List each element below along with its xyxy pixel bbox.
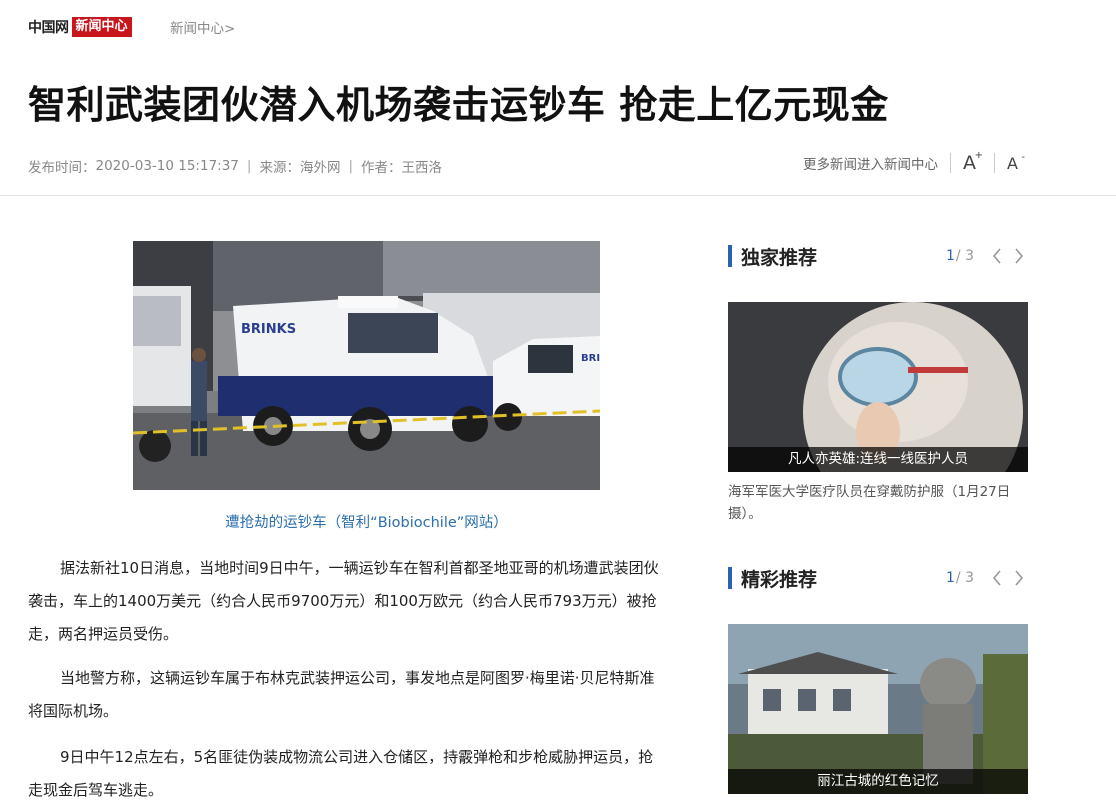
article-title: 智利武装团伙潜入机场袭击运钞车 抢走上亿元现金 xyxy=(28,83,889,127)
publish-label: 发布时间： xyxy=(28,160,96,176)
section-header: 独家推荐 1 / 3 xyxy=(728,241,1028,271)
meta-divider: | xyxy=(348,158,354,174)
pager: 1 / 3 xyxy=(946,569,1028,587)
thumbnail-caption: 丽江古城的红色记忆 xyxy=(728,769,1028,794)
section-accent-bar xyxy=(728,245,732,267)
exclusive-recommend-section: 独家推荐 1 / 3 凡人亦英雄:连线一线医护人员 海军军医大学医疗队员在穿戴防… xyxy=(728,241,1028,522)
featured-recommend-section: 精彩推荐 1 / 3 丽江古城的红色记忆 xyxy=(728,563,1028,794)
meta-divider: | xyxy=(246,158,252,174)
breadcrumb[interactable]: 新闻中心> xyxy=(170,17,235,37)
publish-time: 2020-03-10 15:17:37 xyxy=(95,158,239,174)
header-divider xyxy=(0,195,1116,196)
pager-total: / 3 xyxy=(955,248,974,264)
exclusive-thumbnail[interactable]: 凡人亦英雄:连线一线医护人员 xyxy=(728,302,1028,472)
font-decrease-label: A xyxy=(1007,153,1018,173)
source-label: 来源： xyxy=(259,160,300,176)
tool-divider xyxy=(994,153,996,173)
minus-icon: - xyxy=(1021,151,1025,163)
article-tools: 更多新闻进入新闻中心 A + A- xyxy=(803,150,1025,174)
article-paragraph: 当地警方称，这辆运钞车属于布林克武装押运公司，事发地点是阿图罗·梅里诺·贝尼特斯… xyxy=(28,669,655,720)
pager-total: / 3 xyxy=(955,570,974,586)
tool-divider xyxy=(950,153,952,173)
pager-current: 1 xyxy=(946,248,955,264)
pager-current: 1 xyxy=(946,570,955,586)
more-news-link[interactable]: 更多新闻进入新闻中心 xyxy=(803,153,938,173)
featured-thumbnail[interactable]: 丽江古城的红色记忆 xyxy=(728,624,1028,794)
section-header: 精彩推荐 1 / 3 xyxy=(728,563,1028,593)
font-decrease-button[interactable]: A- xyxy=(1007,152,1025,173)
source-name: 海外网 xyxy=(299,160,341,176)
article-paragraph: 9日中午12点左右，5名匪徒伪装成物流公司进入仓储区，持霰弹枪和步枪威胁押运员，… xyxy=(28,748,654,799)
chevron-right-icon[interactable] xyxy=(1010,247,1028,265)
section-accent-bar xyxy=(728,567,732,589)
author-name: 王西洛 xyxy=(401,160,443,176)
article-meta: 发布时间： 2020-03-10 15:17:37 | 来源： 海外网 | 作者… xyxy=(28,156,442,176)
chevron-left-icon[interactable] xyxy=(988,569,1006,587)
logo-badge: 新闻中心 xyxy=(71,17,132,37)
chevron-right-icon[interactable] xyxy=(1010,569,1028,587)
article-paragraph: 据法新社10日消息，当地时间9日中午，一辆运钞车在智利首都圣地亚哥的机场遭武装团… xyxy=(28,559,659,643)
van-logo-text: BRI xyxy=(581,353,600,364)
author-label: 作者： xyxy=(361,160,402,176)
thumbnail-description[interactable]: 海军军医大学医疗队员在穿戴防护服（1月27日摄）。 xyxy=(728,481,1028,525)
image-caption: 遭抢劫的运钞车（智利“Biobiochile”网站） xyxy=(225,515,508,531)
site-logo[interactable]: 中国网 新闻中心 xyxy=(28,16,132,38)
thumbnail-caption: 凡人亦英雄:连线一线医护人员 xyxy=(728,447,1028,472)
plus-icon: + xyxy=(974,150,984,161)
truck-logo-text: BRINKS xyxy=(241,322,296,337)
article-image: BRINKS BRI xyxy=(133,241,600,490)
font-increase-button[interactable]: A + xyxy=(963,150,983,174)
chevron-left-icon[interactable] xyxy=(988,247,1006,265)
section-title: 独家推荐 xyxy=(741,246,818,269)
section-title: 精彩推荐 xyxy=(741,568,818,591)
pager: 1 / 3 xyxy=(946,247,1028,265)
logo-text: 中国网 xyxy=(28,20,69,36)
